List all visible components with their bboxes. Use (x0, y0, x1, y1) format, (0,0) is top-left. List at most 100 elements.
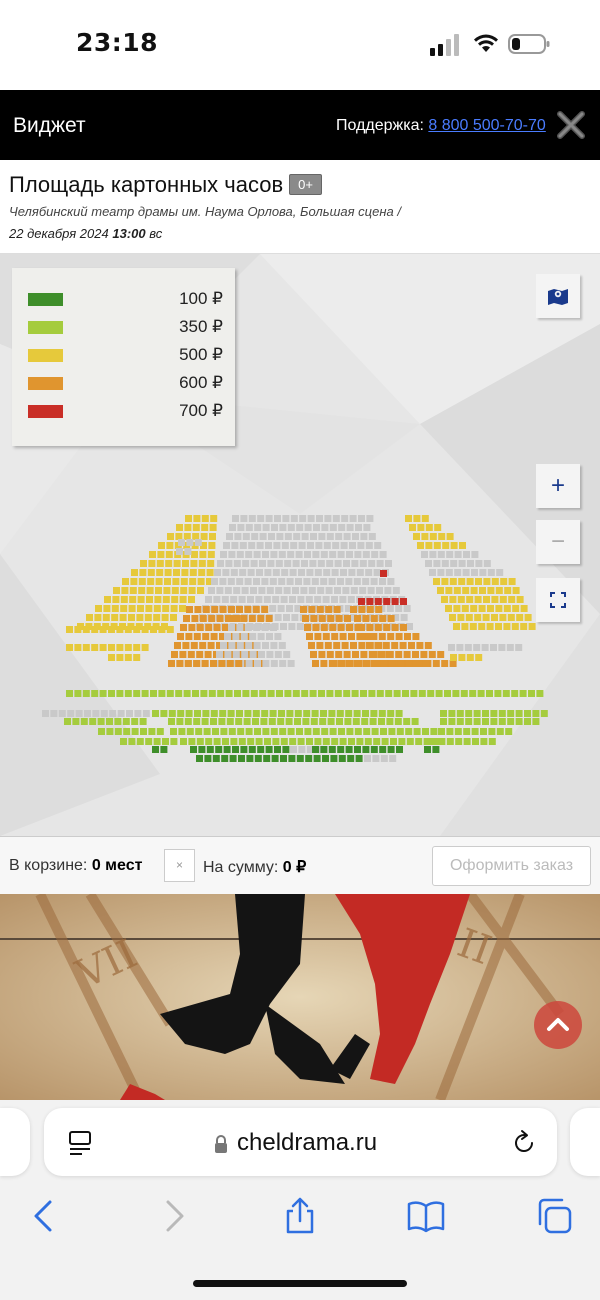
seat[interactable] (162, 596, 170, 603)
seat[interactable] (339, 738, 347, 745)
seat[interactable] (388, 728, 396, 735)
seat[interactable] (524, 718, 531, 725)
seat[interactable] (301, 533, 309, 540)
seat[interactable] (379, 615, 387, 622)
seat[interactable] (294, 718, 301, 725)
seat[interactable] (346, 524, 354, 531)
seat[interactable] (453, 623, 460, 630)
seat[interactable] (499, 614, 507, 621)
seat[interactable] (445, 569, 453, 576)
seat[interactable] (456, 644, 464, 651)
seat[interactable] (212, 728, 219, 735)
seat[interactable] (294, 710, 302, 717)
seat[interactable] (86, 614, 93, 621)
seat[interactable] (329, 524, 337, 531)
seat[interactable] (189, 569, 197, 576)
seat[interactable] (75, 710, 83, 717)
seat[interactable] (291, 614, 299, 621)
seat[interactable] (283, 651, 291, 658)
seat[interactable] (440, 710, 447, 717)
seat[interactable] (66, 626, 73, 633)
seat[interactable] (454, 569, 462, 576)
seat[interactable] (254, 755, 262, 762)
seat[interactable] (459, 542, 466, 549)
seat[interactable] (383, 624, 391, 631)
seat[interactable] (215, 746, 223, 753)
seat[interactable] (335, 615, 343, 622)
seat[interactable] (359, 560, 367, 567)
seat[interactable] (74, 690, 82, 697)
seat[interactable] (139, 569, 147, 576)
seat[interactable] (147, 569, 155, 576)
seat[interactable] (267, 560, 275, 567)
seat[interactable] (185, 710, 193, 717)
seat[interactable] (393, 690, 401, 697)
seat[interactable] (109, 710, 117, 717)
seat[interactable] (186, 539, 194, 546)
seat[interactable] (254, 660, 261, 667)
seat[interactable] (299, 515, 307, 522)
seat[interactable] (296, 755, 304, 762)
seat[interactable] (310, 533, 317, 540)
seat[interactable] (244, 606, 252, 613)
seat[interactable] (362, 746, 370, 753)
seat[interactable] (239, 569, 247, 576)
seat[interactable] (72, 718, 80, 725)
seat[interactable] (332, 542, 340, 549)
seat[interactable] (438, 533, 446, 540)
seat[interactable] (116, 690, 124, 697)
seat[interactable] (313, 755, 321, 762)
seat[interactable] (234, 690, 241, 697)
seat[interactable] (483, 578, 491, 585)
seat[interactable] (334, 690, 342, 697)
seat[interactable] (321, 728, 329, 735)
seat[interactable] (326, 651, 334, 658)
seat[interactable] (458, 578, 466, 585)
seat[interactable] (412, 651, 419, 658)
seat[interactable] (301, 560, 308, 567)
seat[interactable] (202, 710, 210, 717)
seat[interactable] (428, 651, 436, 658)
seat[interactable] (495, 587, 503, 594)
seat[interactable] (187, 651, 195, 658)
seat[interactable] (379, 746, 387, 753)
seat[interactable] (316, 515, 323, 522)
seat[interactable] (156, 560, 164, 567)
seat[interactable] (224, 633, 231, 640)
seat[interactable] (244, 710, 252, 717)
seat[interactable] (263, 755, 271, 762)
seat[interactable] (355, 755, 363, 762)
seat[interactable] (223, 746, 231, 753)
seat[interactable] (227, 578, 235, 585)
seat[interactable] (124, 690, 132, 697)
seat[interactable] (372, 755, 380, 762)
checkout-button[interactable]: Оформить заказ (432, 846, 591, 886)
seat[interactable] (158, 542, 165, 549)
seat[interactable] (197, 587, 204, 594)
seat[interactable] (106, 728, 114, 735)
seat[interactable] (378, 710, 386, 717)
seat[interactable] (278, 551, 286, 558)
seat[interactable] (367, 587, 375, 594)
seat[interactable] (516, 614, 524, 621)
seat[interactable] (437, 569, 445, 576)
seat[interactable] (148, 560, 156, 567)
seat[interactable] (363, 660, 371, 667)
seat[interactable] (448, 718, 456, 725)
seat[interactable] (337, 746, 345, 753)
seat[interactable] (338, 524, 346, 531)
seat[interactable] (270, 728, 278, 735)
seat[interactable] (318, 690, 325, 697)
seat[interactable] (421, 551, 428, 558)
seat[interactable] (304, 551, 311, 558)
seat[interactable] (195, 728, 203, 735)
seat[interactable] (288, 755, 296, 762)
seat[interactable] (89, 718, 97, 725)
seat[interactable] (307, 515, 315, 522)
seat[interactable] (261, 710, 269, 717)
seat[interactable] (179, 596, 187, 603)
seat[interactable] (482, 718, 489, 725)
seat[interactable] (129, 596, 137, 603)
seat[interactable] (362, 578, 370, 585)
seat[interactable] (212, 755, 220, 762)
